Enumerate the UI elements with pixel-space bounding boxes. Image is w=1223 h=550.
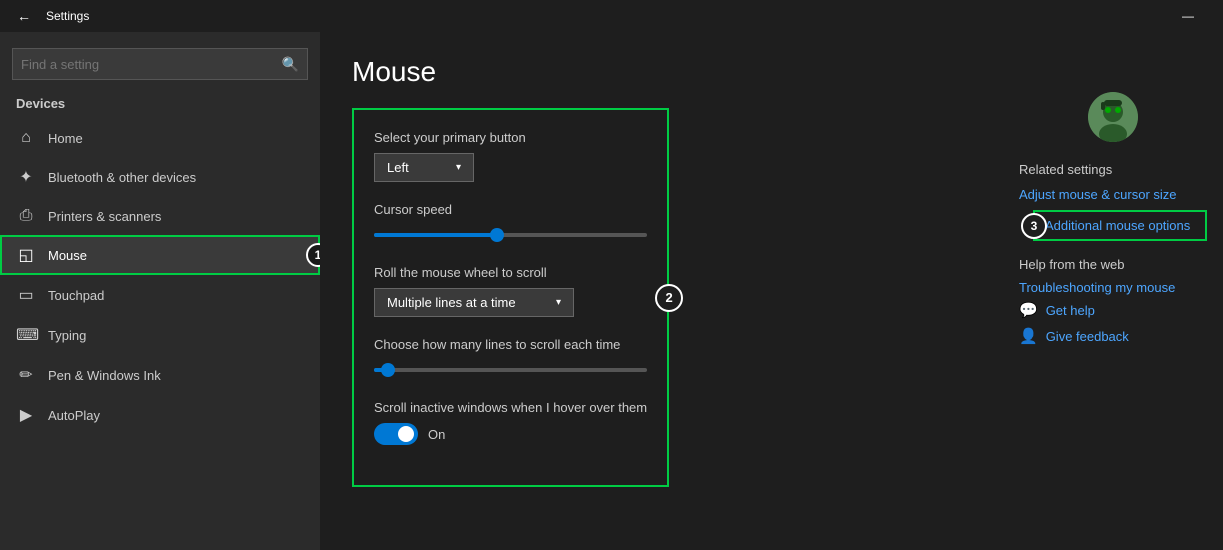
troubleshoot-link[interactable]: Troubleshooting my mouse <box>1019 280 1207 295</box>
sidebar-item-printers[interactable]: ⎙ Printers & scanners <box>0 197 320 235</box>
sidebar-item-mouse-wrapper: ◱ Mouse 1 <box>0 235 320 275</box>
help-section-title: Help from the web <box>1019 257 1207 272</box>
back-button[interactable]: ← <box>12 4 36 28</box>
feedback-row: 👤 Give feedback <box>1019 327 1207 345</box>
cursor-speed-slider[interactable] <box>374 225 647 245</box>
sidebar-item-pen[interactable]: ✏ Pen & Windows Ink <box>0 355 320 395</box>
mouse-settings-panel: Select your primary button Left ▾ Cursor… <box>352 108 669 487</box>
main-layout: 🔍 Devices ⌂ Home ✦ Bluetooth & other dev… <box>0 32 1223 550</box>
scroll-type-label: Roll the mouse wheel to scroll <box>374 265 647 280</box>
sidebar-item-typing[interactable]: ⌨ Typing <box>0 315 320 355</box>
sidebar-item-mouse[interactable]: ◱ Mouse <box>0 235 320 275</box>
chevron-down-icon: ▾ <box>456 162 461 173</box>
minimize-button[interactable]: — <box>1165 0 1211 32</box>
additional-options-wrapper: 3 Additional mouse options <box>1019 210 1207 241</box>
slider-thumb[interactable] <box>490 228 504 242</box>
feedback-icon: 👤 <box>1019 327 1038 345</box>
panel-badge: 2 <box>655 284 683 312</box>
sidebar-section-label: Devices <box>0 92 320 119</box>
search-box: 🔍 <box>12 48 308 80</box>
sidebar-item-bluetooth[interactable]: ✦ Bluetooth & other devices <box>0 157 320 197</box>
chevron-down-icon: ▾ <box>556 297 561 308</box>
slider-track <box>374 233 647 237</box>
additional-options-badge: 3 <box>1021 213 1047 239</box>
right-panel: Related settings Adjust mouse & cursor s… <box>1003 32 1223 550</box>
sidebar-item-label: Bluetooth & other devices <box>48 170 196 185</box>
home-icon: ⌂ <box>16 129 36 147</box>
bluetooth-icon: ✦ <box>16 167 36 187</box>
sidebar-item-label: Touchpad <box>48 288 104 303</box>
scroll-lines-group: Choose how many lines to scroll each tim… <box>374 337 647 380</box>
get-help-icon: 💬 <box>1019 301 1038 319</box>
avatar-image <box>1088 92 1138 142</box>
cursor-speed-label: Cursor speed <box>374 202 647 217</box>
titlebar: ← Settings — <box>0 0 1223 32</box>
mouse-settings-wrapper: Select your primary button Left ▾ Cursor… <box>352 108 669 487</box>
sidebar-item-label: Pen & Windows Ink <box>48 368 161 383</box>
scroll-inactive-group: Scroll inactive windows when I hover ove… <box>374 400 647 445</box>
primary-button-value: Left <box>387 160 409 175</box>
scroll-inactive-toggle-row: On <box>374 423 647 445</box>
window-controls: — <box>1165 0 1211 32</box>
touchpad-icon: ▭ <box>16 285 36 305</box>
autoplay-icon: ▶ <box>16 405 36 425</box>
adjust-mouse-link[interactable]: Adjust mouse & cursor size <box>1019 187 1207 202</box>
sidebar-item-label: Home <box>48 131 83 146</box>
search-icon[interactable]: 🔍 <box>282 56 299 73</box>
primary-button-group: Select your primary button Left ▾ <box>374 130 647 182</box>
slider-track <box>374 368 647 372</box>
scroll-lines-slider[interactable] <box>374 360 647 380</box>
feedback-link[interactable]: Give feedback <box>1046 329 1129 344</box>
get-help-row: 💬 Get help <box>1019 301 1207 319</box>
app-title: Settings <box>46 9 89 23</box>
related-settings-title: Related settings <box>1019 162 1207 177</box>
scroll-type-dropdown[interactable]: Multiple lines at a time ▾ <box>374 288 574 317</box>
slider-thumb[interactable] <box>381 363 395 377</box>
scroll-type-group: Roll the mouse wheel to scroll Multiple … <box>374 265 647 317</box>
sidebar-item-label: Mouse <box>48 248 87 263</box>
scroll-type-value: Multiple lines at a time <box>387 295 516 310</box>
scroll-inactive-toggle[interactable] <box>374 423 418 445</box>
slider-fill <box>374 233 497 237</box>
cursor-speed-group: Cursor speed <box>374 202 647 245</box>
avatar-area <box>1019 92 1207 142</box>
printer-icon: ⎙ <box>16 207 36 225</box>
mouse-icon: ◱ <box>16 245 36 265</box>
sidebar-item-label: Printers & scanners <box>48 209 161 224</box>
content-area: Mouse Select your primary button Left ▾ … <box>320 32 1003 550</box>
sidebar-item-home[interactable]: ⌂ Home <box>0 119 320 157</box>
toggle-state-label: On <box>428 427 445 442</box>
avatar <box>1088 92 1138 142</box>
additional-options-container: 3 Additional mouse options <box>1033 210 1207 241</box>
sidebar-item-autoplay[interactable]: ▶ AutoPlay <box>0 395 320 435</box>
sidebar-item-label: AutoPlay <box>48 408 100 423</box>
additional-options-link[interactable]: Additional mouse options <box>1045 218 1195 233</box>
pen-icon: ✏ <box>16 365 36 385</box>
primary-button-dropdown[interactable]: Left ▾ <box>374 153 474 182</box>
typing-icon: ⌨ <box>16 325 36 345</box>
search-input[interactable] <box>21 57 282 72</box>
get-help-link[interactable]: Get help <box>1046 303 1095 318</box>
sidebar-item-label: Typing <box>48 328 86 343</box>
scroll-lines-label: Choose how many lines to scroll each tim… <box>374 337 647 352</box>
scroll-inactive-label: Scroll inactive windows when I hover ove… <box>374 400 647 415</box>
primary-button-label: Select your primary button <box>374 130 647 145</box>
page-title: Mouse <box>352 56 971 88</box>
toggle-knob <box>398 426 414 442</box>
sidebar-item-touchpad[interactable]: ▭ Touchpad <box>0 275 320 315</box>
sidebar: 🔍 Devices ⌂ Home ✦ Bluetooth & other dev… <box>0 32 320 550</box>
